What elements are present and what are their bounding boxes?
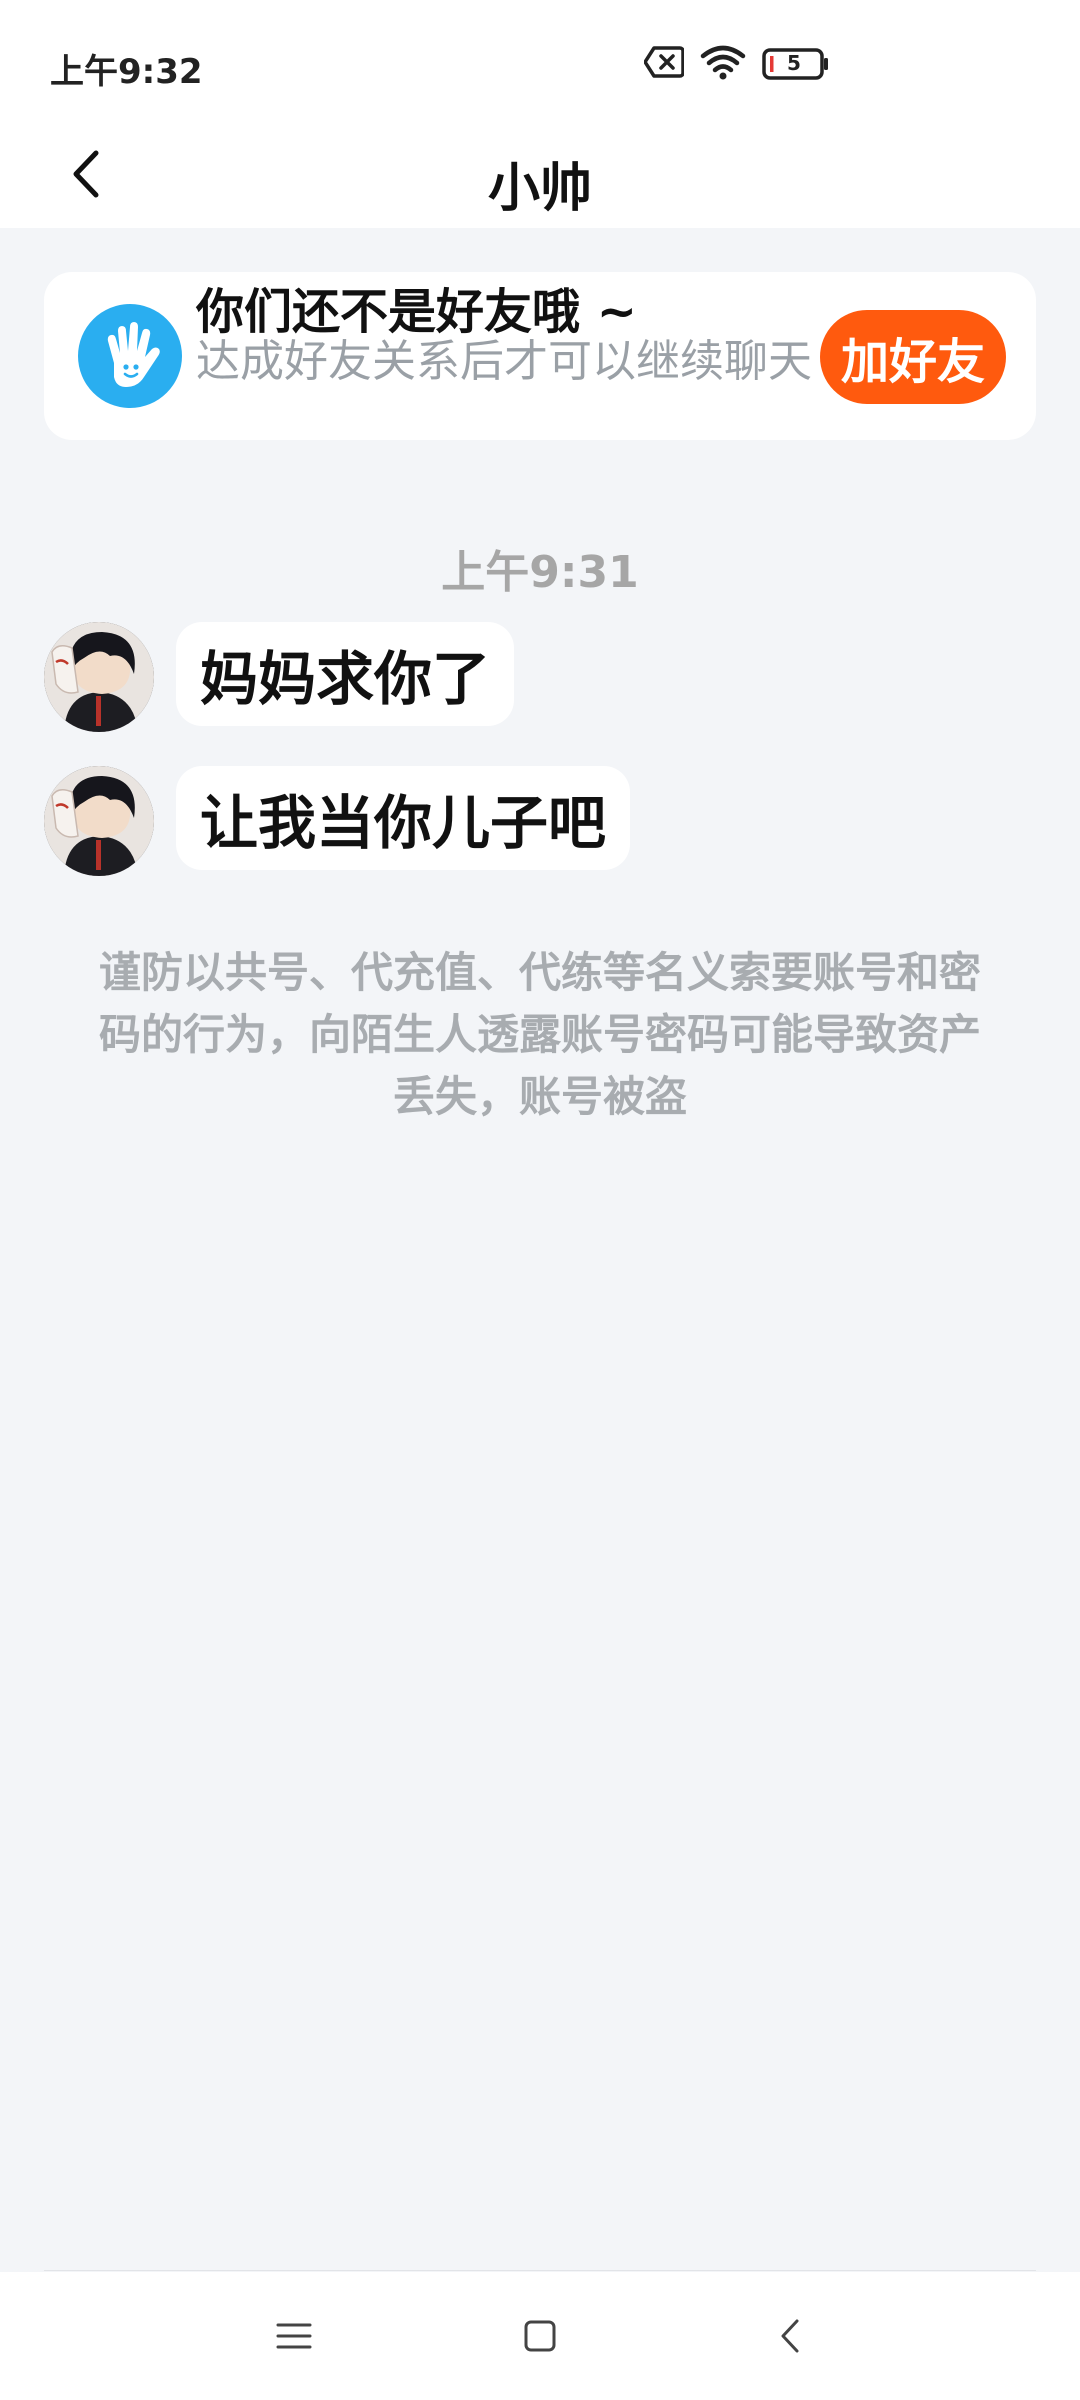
hand-icon	[78, 304, 182, 408]
not-friends-card: 你们还不是好友哦 ~ 达成好友关系后才可以继续聊天 加好友	[44, 272, 1036, 440]
card-subtitle: 达成好友关系后才可以继续聊天	[196, 336, 812, 387]
no-sim-icon	[643, 46, 685, 82]
message-bubble[interactable]: 让我当你儿子吧	[176, 766, 631, 870]
menu-icon	[276, 2323, 312, 2349]
divider	[44, 2270, 1036, 2271]
status-icons: 5	[643, 42, 830, 86]
battery-level: 5	[787, 51, 801, 75]
home-button[interactable]	[510, 2306, 570, 2366]
menu-button[interactable]	[264, 2306, 324, 2366]
system-back-button[interactable]	[760, 2306, 820, 2366]
back-icon	[781, 2319, 799, 2353]
nav-bar: 小帅	[0, 120, 1080, 228]
system-nav-bar	[0, 2272, 1080, 2400]
avatar[interactable]	[44, 766, 154, 876]
status-time: 上午9:32	[50, 52, 203, 92]
status-bar: 上午9:32 5	[0, 0, 1080, 120]
security-warning: 谨防以共号、代充值、代练等名义索要账号和密码的行为，向陌生人透露账号密码可能导致…	[98, 948, 981, 1121]
wifi-icon	[700, 44, 746, 84]
message-bubble[interactable]: 妈妈求你了	[176, 622, 515, 726]
message-timestamp: 上午9:31	[441, 547, 639, 598]
page-title: 小帅	[487, 159, 592, 219]
home-icon	[524, 2320, 556, 2352]
add-friend-button[interactable]: 加好友	[820, 310, 1006, 404]
battery-icon: 5	[762, 47, 830, 81]
avatar[interactable]	[44, 622, 154, 732]
